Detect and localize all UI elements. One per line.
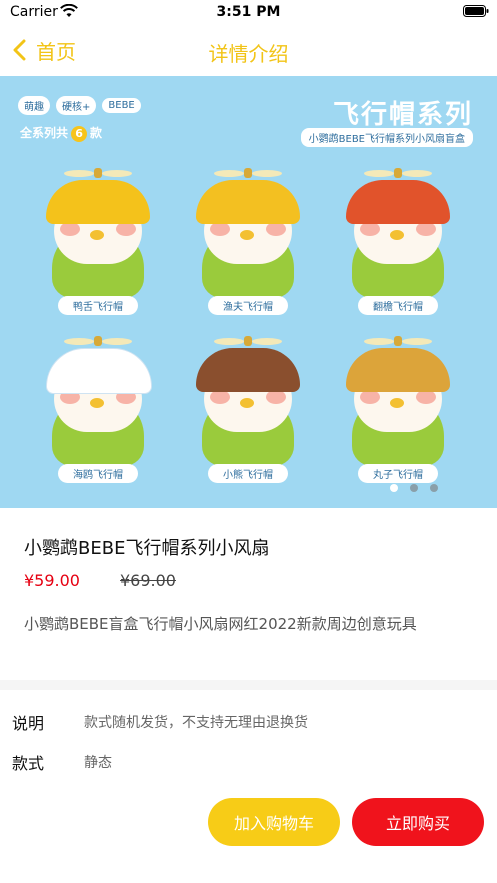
figure-hat: [346, 180, 450, 224]
spec-row: 款式 静态: [0, 742, 497, 778]
product-description: 小鹦鹉BEBE盲盒飞行帽小风扇网红2022新款周边创意玩具: [24, 615, 417, 633]
product-image-carousel[interactable]: 萌趣 硬核+ BEBE 全系列共 6 款 飞行帽系列 小鹦鹉BEBE飞行帽系列小风扇…: [0, 76, 497, 508]
figure-hat: [46, 348, 152, 394]
propeller-icon: [364, 334, 432, 348]
figure-card: 海鸥飞行帽: [28, 326, 168, 486]
figure-card: 翻檐飞行帽: [328, 158, 468, 318]
propeller-icon: [364, 166, 432, 180]
buy-now-button[interactable]: 立即购买: [352, 798, 484, 846]
figure-hat: [196, 180, 300, 224]
section-divider: [0, 680, 497, 690]
add-to-cart-button[interactable]: 加入购物车: [208, 798, 340, 846]
page-title: 详情介绍: [208, 42, 289, 66]
figure-label: 小熊飞行帽: [208, 464, 288, 483]
series-title: 飞行帽系列: [332, 100, 473, 130]
series-count: 全系列共 6 款: [20, 126, 103, 142]
figure-hat: [346, 348, 450, 392]
brand-logo: 萌趣: [18, 96, 50, 115]
figure-label: 海鸥飞行帽: [58, 464, 138, 483]
brand-logo: 硬核+: [56, 96, 97, 115]
spec-row: 说明 款式随机发货，不支持无理由退换货: [0, 702, 497, 738]
figure-label: 鸭舌飞行帽: [58, 296, 138, 315]
figure-label: 翻檐飞行帽: [358, 296, 438, 315]
battery-icon: [463, 5, 489, 17]
page-dot[interactable]: [430, 484, 438, 492]
brand-logo: BEBE: [102, 98, 141, 113]
original-price: ¥69.00: [120, 571, 176, 590]
current-price: ¥59.00: [24, 571, 80, 590]
page-dot[interactable]: [410, 484, 418, 492]
figure-card: 丸子飞行帽: [328, 326, 468, 486]
clock: 3:51 PM: [216, 4, 281, 20]
figure-card: 渔夫飞行帽: [178, 158, 318, 318]
propeller-icon: [214, 334, 282, 348]
navigation-bar: 首页 详情介绍: [0, 24, 497, 76]
figure-card: 小熊飞行帽: [178, 326, 318, 486]
figure-hat: [196, 348, 300, 392]
propeller-icon: [64, 166, 132, 180]
spec-key: 说明: [12, 714, 45, 733]
propeller-icon: [214, 166, 282, 180]
figure-card: 鸭舌飞行帽: [28, 158, 168, 318]
spec-value: 静态: [84, 755, 112, 771]
spec-key: 款式: [12, 754, 45, 773]
series-subtitle: 小鹦鹉BEBE飞行帽系列小风扇盲盒: [300, 128, 473, 147]
figure-hat: [46, 180, 150, 224]
brand-logos: 萌趣 硬核+ BEBE: [18, 96, 141, 115]
spec-value: 款式随机发货，不支持无理由退换货: [84, 715, 308, 731]
figure-label: 渔夫飞行帽: [208, 296, 288, 315]
carousel-pagination: [390, 484, 438, 492]
figure-grid: 鸭舌飞行帽 渔夫飞行帽 翻檐飞行帽 海鸥飞行帽 小熊飞行帽 丸子飞行帽: [28, 158, 468, 488]
propeller-icon: [64, 334, 132, 348]
figure-label: 丸子飞行帽: [358, 464, 438, 483]
product-title: 小鹦鹉BEBE飞行帽系列小风扇: [24, 538, 270, 559]
status-bar: Carrier 3:51 PM: [0, 0, 497, 24]
product-info: 小鹦鹉BEBE飞行帽系列小风扇 ¥59.00 ¥69.00 小鹦鹉BEBE盲盒飞…: [0, 508, 497, 680]
page-dot[interactable]: [390, 484, 398, 492]
